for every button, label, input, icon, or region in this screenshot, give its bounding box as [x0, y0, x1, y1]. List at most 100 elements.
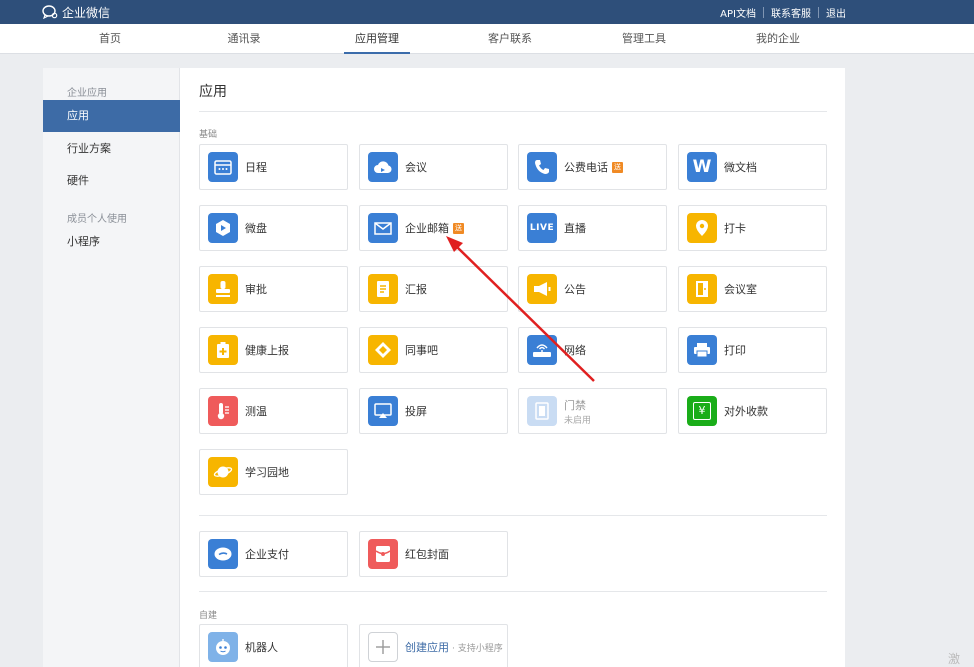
app-label: 公费电话送 [564, 145, 623, 189]
app-label: 审批 [245, 283, 267, 296]
planet-icon [208, 457, 238, 487]
tab-my-enterprise[interactable]: 我的企业 [738, 24, 818, 54]
app-label: 打卡 [724, 222, 746, 235]
red-packet-icon [368, 539, 398, 569]
robot-icon [208, 632, 238, 662]
app-card-learning[interactable]: 学习园地 [199, 449, 348, 495]
app-label: 投屏 [405, 405, 427, 418]
tab-contacts[interactable]: 通讯录 [204, 24, 284, 54]
health-report-icon [208, 335, 238, 365]
app-card-colleague-bar[interactable]: 同事吧 [359, 327, 508, 373]
sidebar-item-apps[interactable]: 应用 [43, 100, 180, 132]
live-icon: LIVE [527, 213, 557, 243]
app-card-calendar[interactable]: 日程 [199, 144, 348, 190]
gift-badge: 送 [453, 222, 464, 234]
report-icon [368, 274, 398, 304]
wecom-logo[interactable]: 企业微信 [42, 3, 110, 21]
app-card-notice[interactable]: 公告 [518, 266, 667, 312]
create-app-desc: · 支持小程序 [452, 643, 503, 654]
app-card-enterprise-pay[interactable]: 企业支付 [199, 531, 348, 577]
app-label: 学习园地 [245, 466, 289, 479]
payment-yuan-icon: ¥ [687, 396, 717, 426]
app-label: 公告 [564, 283, 586, 296]
sidebar-group-enterprise-apps: 企业应用 [67, 88, 107, 99]
payment-icon-text: ¥ [693, 402, 711, 420]
router-icon [527, 335, 557, 365]
app-card-external-payment[interactable]: ¥ 对外收款 [678, 388, 827, 434]
top-bar: 企业微信 API文档 联系客服 退出 [0, 0, 974, 24]
stamp-icon [208, 274, 238, 304]
tab-management-tools[interactable]: 管理工具 [604, 24, 684, 54]
app-label: 日程 [245, 161, 267, 174]
thermometer-icon [208, 396, 238, 426]
section-label-custom: 自建 [199, 611, 218, 621]
app-card-disk[interactable]: 微盘 [199, 205, 348, 251]
phone-icon [527, 152, 557, 182]
app-card-public-phone[interactable]: 公费电话送 [518, 144, 667, 190]
app-name: 公费电话 [564, 161, 608, 174]
create-app-button[interactable]: 创建应用 · 支持小程序 [359, 624, 508, 667]
gift-badge: 送 [612, 161, 623, 173]
app-label: 微文档 [724, 161, 757, 174]
app-label: 企业支付 [245, 548, 289, 561]
logout-link[interactable]: 退出 [826, 5, 846, 20]
sidebar-item-hardware[interactable]: 硬件 [43, 165, 180, 197]
cloud-drive-icon [208, 213, 238, 243]
mail-icon [368, 213, 398, 243]
access-door-icon [527, 396, 557, 426]
section-divider [199, 515, 827, 516]
app-card-access-control[interactable]: 门禁 未启用 [518, 388, 667, 434]
app-card-report[interactable]: 汇报 [359, 266, 508, 312]
door-icon [687, 274, 717, 304]
screencast-icon [368, 396, 398, 426]
app-card-meeting[interactable]: 会议 [359, 144, 508, 190]
contact-support-link[interactable]: 联系客服 [771, 5, 811, 20]
page-title: 应用 [199, 84, 227, 100]
tab-home[interactable]: 首页 [70, 24, 150, 54]
app-card-robot[interactable]: 机器人 [199, 624, 348, 667]
colleague-icon [368, 335, 398, 365]
printer-icon [687, 335, 717, 365]
app-label: 打印 [724, 344, 746, 357]
cloud-camera-icon [368, 152, 398, 182]
app-card-print[interactable]: 打印 [678, 327, 827, 373]
api-docs-link[interactable]: API文档 [720, 5, 756, 20]
watermark: 激 [948, 652, 961, 666]
create-app-label: 创建应用 · 支持小程序 [405, 625, 503, 667]
app-card-health-report[interactable]: 健康上报 [199, 327, 348, 373]
app-card-red-packet-cover[interactable]: 红包封面 [359, 531, 508, 577]
divider [818, 6, 819, 18]
app-card-network[interactable]: 网络 [518, 327, 667, 373]
title-divider [199, 111, 827, 112]
create-app-text: 创建应用 [405, 641, 449, 654]
app-card-checkin[interactable]: 打卡 [678, 205, 827, 251]
tab-app-management[interactable]: 应用管理 [344, 24, 410, 54]
app-status: 未启用 [564, 416, 592, 426]
app-name: 企业邮箱 [405, 222, 449, 235]
app-card-doc[interactable]: W 微文档 [678, 144, 827, 190]
app-card-screen-cast[interactable]: 投屏 [359, 388, 508, 434]
sidebar-item-industry-solutions[interactable]: 行业方案 [43, 133, 180, 165]
sidebar-item-mini-programs[interactable]: 小程序 [43, 226, 180, 258]
wecom-logo-icon [42, 5, 58, 19]
main-nav: 首页 通讯录 应用管理 客户联系 管理工具 我的企业 [0, 24, 974, 54]
sidebar: 企业应用 应用 行业方案 硬件 成员个人使用 小程序 [43, 68, 180, 667]
app-card-approval[interactable]: 审批 [199, 266, 348, 312]
app-label: 直播 [564, 222, 586, 235]
app-label: 会议 [405, 161, 427, 174]
app-card-mail[interactable]: 企业邮箱送 [359, 205, 508, 251]
pay-chat-icon [208, 539, 238, 569]
logo-text: 企业微信 [62, 5, 111, 20]
app-card-live[interactable]: LIVE 直播 [518, 205, 667, 251]
app-label: 汇报 [405, 283, 427, 296]
megaphone-icon [527, 274, 557, 304]
tab-customer-contact[interactable]: 客户联系 [470, 24, 550, 54]
plus-icon [368, 632, 398, 662]
app-label: 微盘 [245, 222, 267, 235]
app-label: 健康上报 [245, 344, 289, 357]
app-label: 企业邮箱送 [405, 206, 464, 250]
app-card-temperature[interactable]: 测温 [199, 388, 348, 434]
app-label: 同事吧 [405, 344, 438, 357]
app-card-meeting-room[interactable]: 会议室 [678, 266, 827, 312]
calendar-icon [208, 152, 238, 182]
